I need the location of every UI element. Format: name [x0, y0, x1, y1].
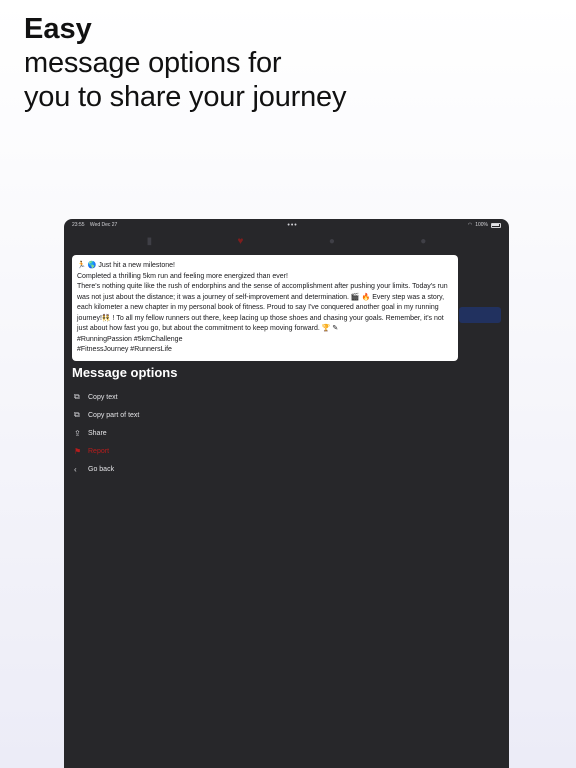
circle-icon[interactable]: ●: [420, 236, 426, 247]
status-time: 23:55: [72, 222, 85, 228]
wifi-icon: ◠: [467, 222, 473, 228]
options-menu: ⧉ Copy text ⧉ Copy part of text ⇪ Share …: [74, 388, 139, 478]
report-button[interactable]: ⚑ Report: [74, 442, 139, 460]
go-back-button[interactable]: ‹ Go back: [74, 460, 139, 478]
tab-bar: ▮ ♥ ● ●: [64, 234, 509, 248]
chevron-left-icon: ‹: [74, 464, 77, 474]
share-button[interactable]: ⇪ Share: [74, 424, 139, 442]
headline-line-1: message options for: [24, 47, 282, 79]
copy-part-label: Copy part of text: [88, 411, 140, 419]
status-bar: 23:55 Wed Dec 27 ••• ◠ 100%: [64, 220, 509, 230]
battery-percent: 100%: [475, 222, 488, 228]
background-button: [459, 307, 501, 323]
headline-bold: Easy: [24, 13, 92, 45]
report-label: Report: [88, 447, 110, 455]
message-text: 🏃 🌎 Just hit a new milestone! Completed …: [77, 262, 448, 353]
device-screen: 23:55 Wed Dec 27 ••• ◠ 100% ▮ ♥ ● ● 🏃 🌎 …: [64, 219, 509, 768]
share-label: Share: [88, 429, 107, 437]
headline: Easy message options for you to share yo…: [24, 12, 346, 114]
copy-part-icon: ⧉: [74, 410, 80, 419]
heart-icon[interactable]: ♥: [238, 236, 244, 247]
copy-text-button[interactable]: ⧉ Copy text: [74, 388, 139, 406]
flag-icon: ⚑: [74, 446, 82, 456]
trash-icon[interactable]: ▮: [147, 236, 153, 247]
copy-icon: ⧉: [74, 392, 80, 401]
share-icon: ⇪: [74, 428, 81, 438]
go-back-label: Go back: [88, 465, 115, 473]
options-title: Message options: [72, 365, 178, 380]
multitask-dots-icon[interactable]: •••: [287, 222, 297, 229]
message-bubble: 🏃 🌎 Just hit a new milestone! Completed …: [72, 255, 458, 361]
status-date: Wed Dec 27: [89, 222, 118, 228]
headline-line-2: you to share your journey: [24, 81, 347, 113]
copy-part-button[interactable]: ⧉ Copy part of text: [74, 406, 139, 424]
copy-text-label: Copy text: [88, 393, 118, 401]
circle-icon[interactable]: ●: [329, 236, 335, 247]
battery-icon: [490, 222, 501, 228]
